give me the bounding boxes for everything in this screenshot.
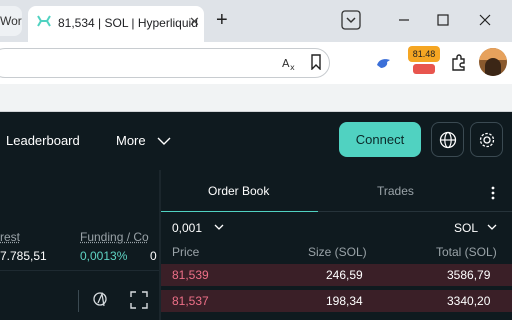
svg-text:A: A bbox=[282, 57, 290, 70]
ask-price: 81,537 bbox=[172, 294, 209, 308]
funding-value: 0,0013% bbox=[80, 249, 128, 263]
ask-total: 3586,79 bbox=[447, 268, 491, 282]
chevron-down-icon[interactable] bbox=[157, 136, 171, 146]
extension-bird-icon[interactable] bbox=[375, 54, 393, 72]
countdown-value: 0 bbox=[150, 249, 157, 263]
ask-size: 198,34 bbox=[326, 294, 363, 308]
browser-tab-strip: Wor 81,534 | SOL | Hyperliquid ✕ + bbox=[0, 0, 512, 42]
tick-size-chevron-icon[interactable] bbox=[214, 224, 224, 231]
nav-leaderboard-link[interactable]: Leaderboard bbox=[6, 133, 80, 148]
gear-icon bbox=[479, 132, 495, 148]
tab-order-book[interactable]: Order Book bbox=[208, 184, 269, 198]
address-bar[interactable] bbox=[0, 48, 330, 78]
open-interest-value: 7.785,51 bbox=[0, 249, 47, 263]
extension-badge[interactable]: 81.48 bbox=[408, 46, 440, 62]
tab-underline bbox=[318, 211, 512, 212]
bookmarks-bar bbox=[0, 84, 512, 112]
price-column-header: Price bbox=[172, 245, 200, 259]
minimize-icon[interactable] bbox=[394, 10, 414, 30]
extension-badge-count: 81.48 bbox=[412, 49, 436, 59]
browser-toolbar: A x 81.48 bbox=[0, 42, 512, 84]
settings-button[interactable] bbox=[470, 122, 503, 157]
toolbar-separator bbox=[78, 290, 79, 312]
browser-tab-previous-label: Wor bbox=[0, 14, 22, 28]
globe-icon bbox=[439, 131, 457, 149]
tab-trades[interactable]: Trades bbox=[377, 184, 414, 198]
connect-button[interactable]: Connect bbox=[339, 122, 421, 157]
indicator-tool-icon[interactable] bbox=[92, 290, 110, 310]
open-interest-label: rest bbox=[0, 230, 21, 244]
browser-tab-active[interactable]: 81,534 | SOL | Hyperliquid ✕ bbox=[28, 6, 204, 42]
maximize-icon[interactable] bbox=[433, 10, 453, 30]
tick-size-select[interactable]: 0,001 bbox=[172, 221, 202, 235]
browser-tab-previous[interactable]: Wor bbox=[0, 6, 22, 36]
tab-search-icon[interactable] bbox=[341, 10, 361, 30]
language-button[interactable] bbox=[431, 122, 464, 157]
close-window-icon[interactable] bbox=[475, 10, 495, 30]
fullscreen-icon[interactable] bbox=[130, 291, 148, 309]
active-tab-underline bbox=[161, 211, 318, 212]
hyperliquid-favicon-icon bbox=[37, 15, 51, 27]
close-tab-icon[interactable]: ✕ bbox=[189, 14, 200, 30]
total-column-header: Total (SOL) bbox=[436, 245, 497, 259]
extensions-puzzle-icon[interactable] bbox=[449, 53, 469, 73]
bookmark-icon[interactable] bbox=[309, 54, 323, 70]
size-column-header: Size (SOL) bbox=[308, 245, 367, 259]
ask-total: 3340,20 bbox=[447, 294, 491, 308]
profile-avatar[interactable] bbox=[479, 48, 507, 76]
browser-tab-title: 81,534 | SOL | Hyperliquid bbox=[58, 16, 198, 30]
svg-text:x: x bbox=[290, 63, 295, 71]
extension-icon[interactable] bbox=[413, 64, 435, 74]
ask-size: 246,59 bbox=[326, 268, 363, 282]
translate-icon[interactable]: A x bbox=[282, 55, 298, 71]
new-tab-icon[interactable]: + bbox=[216, 9, 228, 31]
market-stats-panel: rest 7.785,51 Funding / Co 0,0013% 0 bbox=[0, 170, 159, 320]
ask-price: 81,539 bbox=[172, 268, 209, 282]
unit-chevron-icon[interactable] bbox=[487, 224, 497, 231]
unit-select[interactable]: SOL bbox=[454, 221, 478, 235]
nav-more-menu[interactable]: More bbox=[116, 133, 146, 148]
funding-label: Funding / Co bbox=[80, 230, 149, 244]
more-options-icon[interactable] bbox=[490, 185, 496, 201]
panel-divider bbox=[0, 270, 159, 271]
